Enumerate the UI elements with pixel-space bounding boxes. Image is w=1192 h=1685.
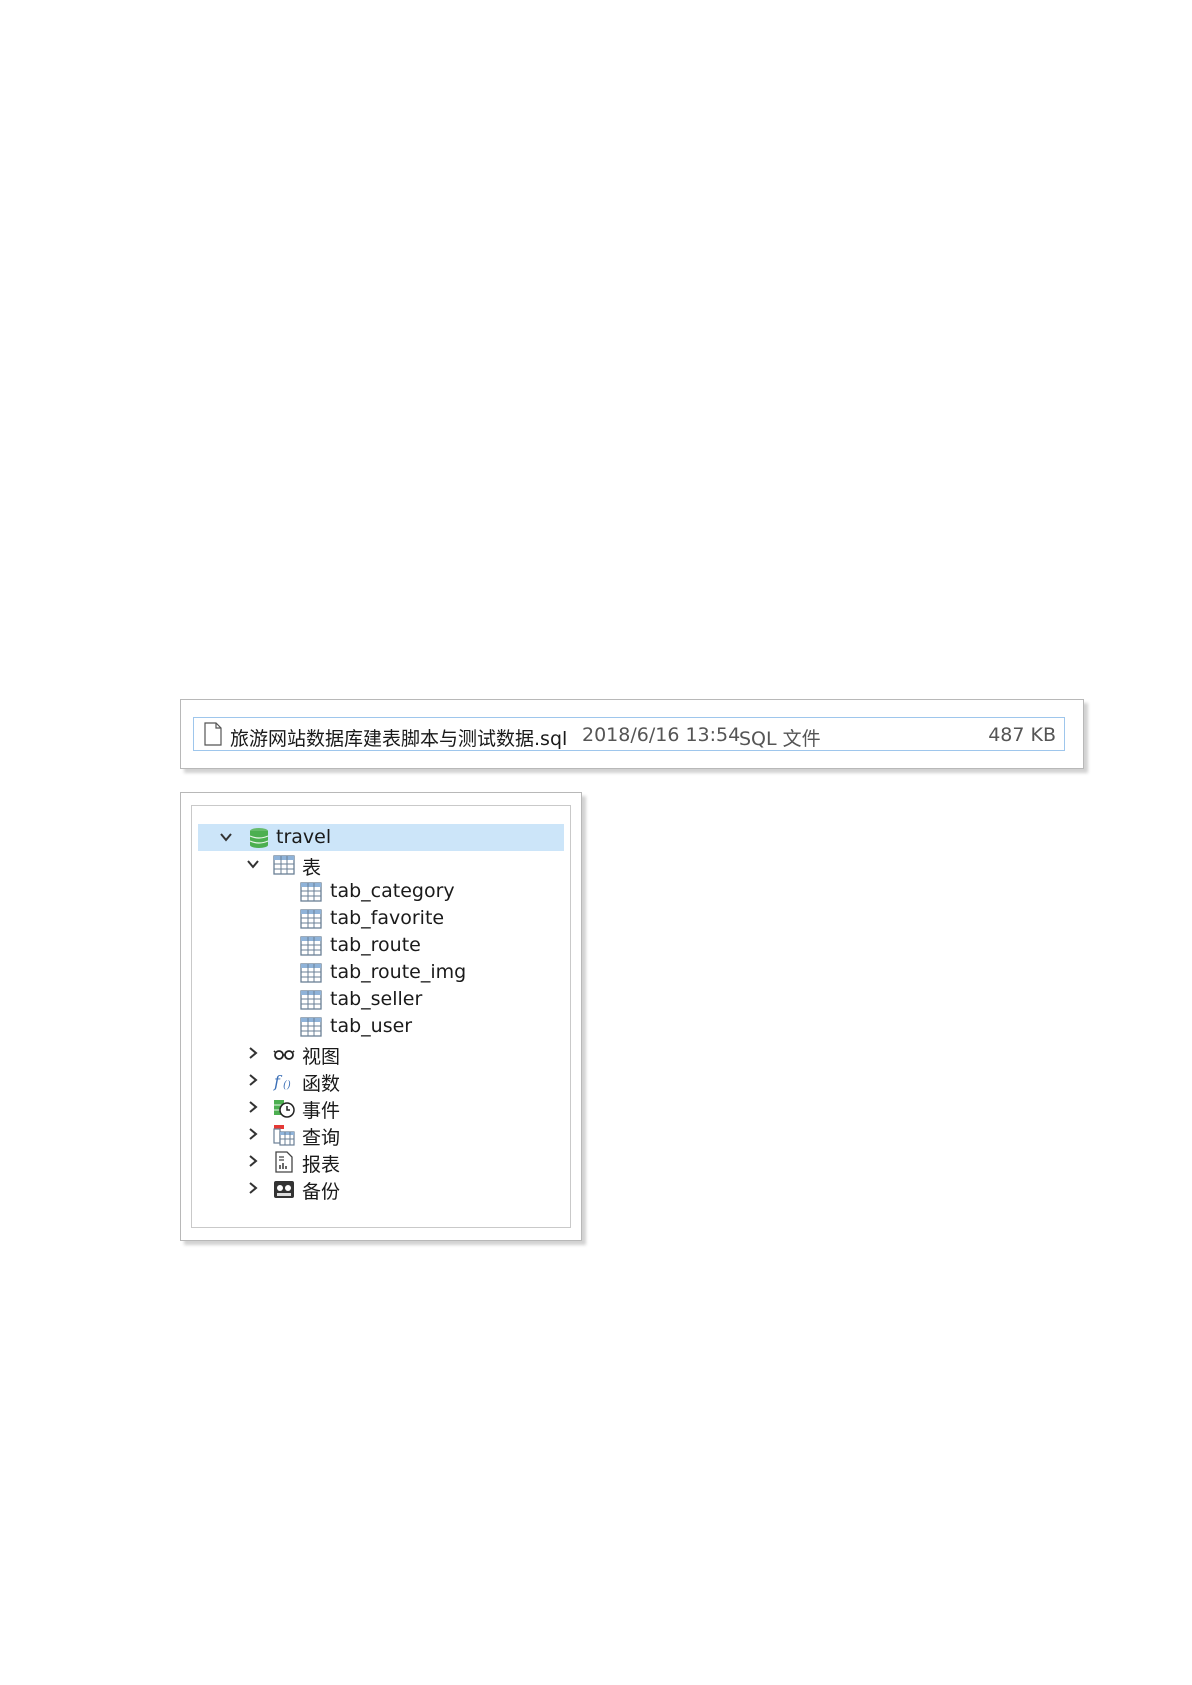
table-folder-icon (273, 855, 295, 875)
svg-text:f: f (273, 1072, 283, 1091)
function-icon: f () (273, 1072, 291, 1091)
tables-label: 表 (302, 857, 322, 879)
table-label: tab_category (330, 880, 455, 902)
tree-node-table[interactable]: tab_favorite (198, 905, 564, 932)
table-icon (300, 963, 322, 983)
view-icon (273, 1050, 295, 1060)
tree-node-views[interactable]: 视图 (198, 1040, 564, 1068)
database-tree: travel 表 tab_category tab_favorite tab_r… (191, 805, 571, 1228)
report-icon (275, 1151, 293, 1173)
chevron-right-icon[interactable] (246, 1073, 260, 1087)
reports-label: 报表 (302, 1154, 341, 1176)
file-icon (204, 722, 222, 746)
views-label: 视图 (302, 1046, 341, 1068)
table-label: tab_favorite (330, 907, 445, 929)
tree-node-table[interactable]: tab_route (198, 932, 564, 959)
chevron-right-icon[interactable] (246, 1046, 260, 1060)
event-icon (274, 1100, 295, 1118)
tree-node-backups[interactable]: 备份 (198, 1175, 564, 1203)
table-label: tab_seller (330, 988, 423, 1010)
table-label: tab_route (330, 934, 421, 956)
table-icon (300, 1017, 322, 1037)
chevron-down-icon[interactable] (219, 830, 233, 844)
svg-text:(): () (283, 1080, 291, 1091)
tree-node-table[interactable]: tab_seller (198, 986, 564, 1013)
query-icon (273, 1125, 295, 1146)
events-label: 事件 (302, 1100, 341, 1122)
tree-node-functions[interactable]: f () 函数 (198, 1067, 564, 1095)
chevron-right-icon[interactable] (246, 1154, 260, 1168)
file-type: SQL 文件 (739, 728, 821, 750)
database-icon (249, 828, 269, 848)
file-list-panel: 旅游网站数据库建表脚本与测试数据.sql 2018/6/16 13:54 SQL… (180, 699, 1084, 769)
chevron-right-icon[interactable] (246, 1181, 260, 1195)
functions-label: 函数 (302, 1073, 341, 1095)
chevron-right-icon[interactable] (246, 1100, 260, 1114)
tree-node-reports[interactable]: 报表 (198, 1148, 564, 1176)
table-label: tab_route_img (330, 961, 467, 983)
tree-node-table[interactable]: tab_route_img (198, 959, 564, 986)
tree-node-table[interactable]: tab_user (198, 1013, 564, 1040)
table-icon (300, 909, 322, 929)
file-row[interactable]: 旅游网站数据库建表脚本与测试数据.sql 2018/6/16 13:54 SQL… (193, 717, 1065, 751)
chevron-right-icon[interactable] (246, 1127, 260, 1141)
tree-node-events[interactable]: 事件 (198, 1094, 564, 1122)
queries-label: 查询 (302, 1127, 341, 1149)
table-icon (300, 990, 322, 1010)
file-name: 旅游网站数据库建表脚本与测试数据.sql (230, 728, 568, 750)
chevron-down-icon[interactable] (246, 857, 260, 871)
database-tree-panel: travel 表 tab_category tab_favorite tab_r… (180, 792, 582, 1241)
tree-node-table[interactable]: tab_category (198, 878, 564, 905)
table-label: tab_user (330, 1015, 413, 1037)
file-date: 2018/6/16 13:54 (582, 724, 741, 746)
backup-icon (274, 1181, 294, 1198)
tree-node-queries[interactable]: 查询 (198, 1121, 564, 1149)
backups-label: 备份 (302, 1181, 341, 1203)
database-label: travel (276, 826, 332, 848)
table-icon (300, 936, 322, 956)
tree-node-database[interactable]: travel (198, 824, 564, 851)
tree-node-tables[interactable]: 表 (198, 851, 564, 879)
file-size: 487 KB (988, 724, 1056, 746)
table-icon (300, 882, 322, 902)
